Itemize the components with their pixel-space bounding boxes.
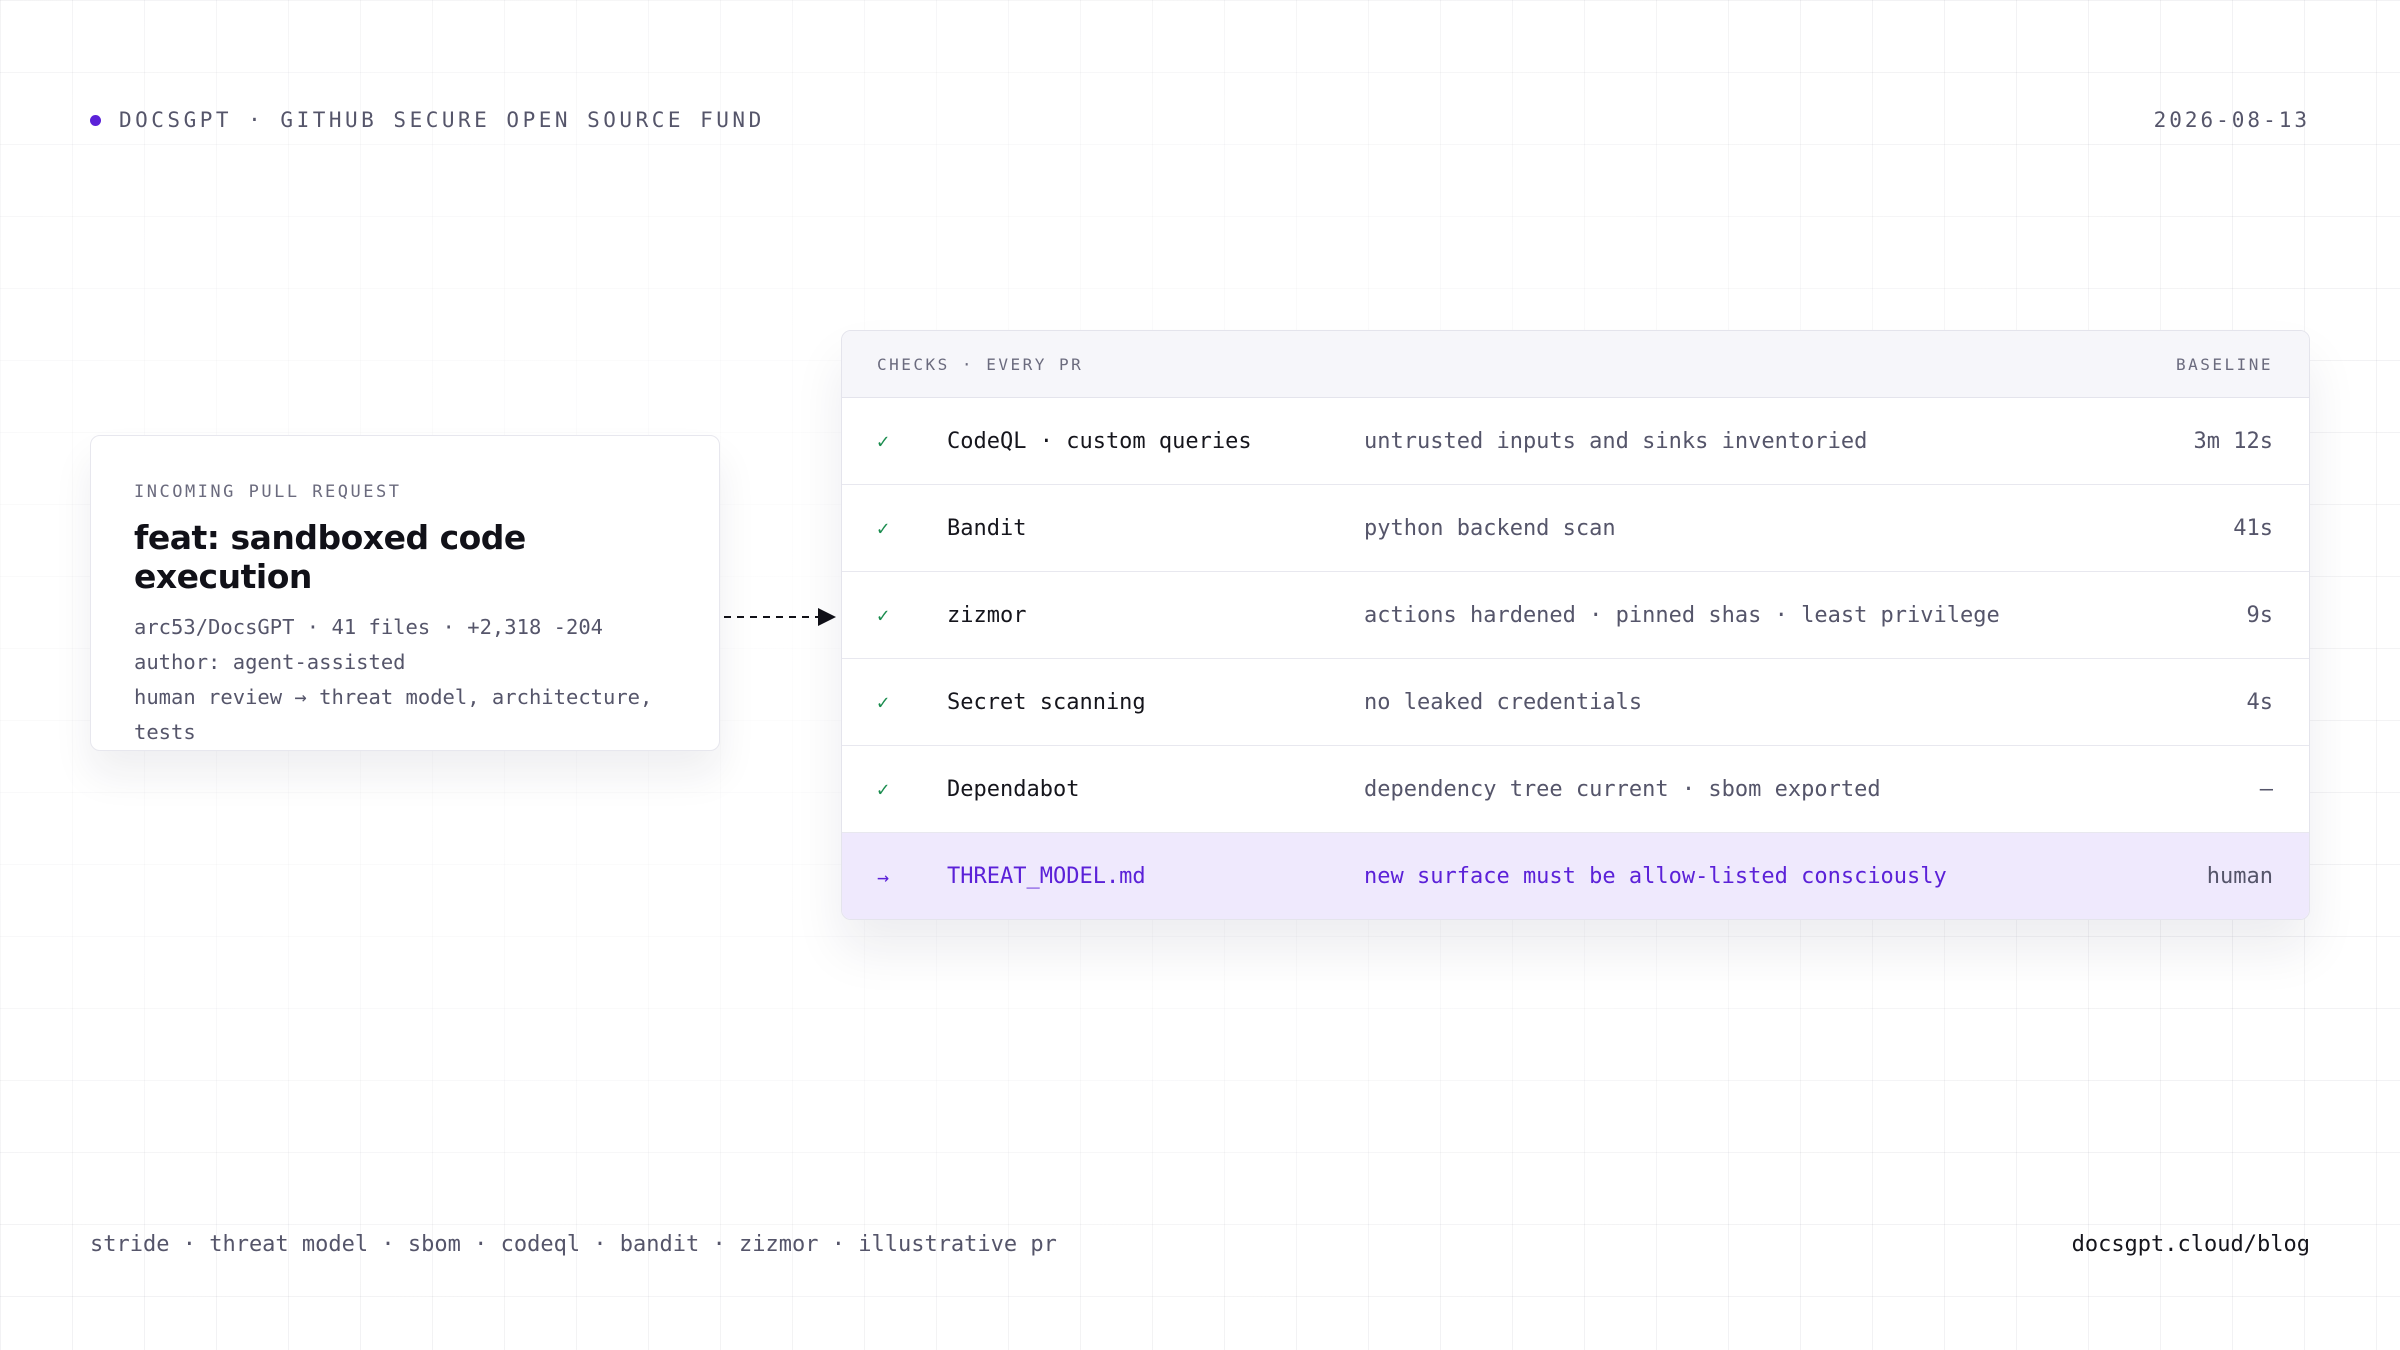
brand-dot-icon [90,114,101,126]
footer-tags: stride · threat model · sbom · codeql · … [90,1232,1057,1257]
brand-header: DOCSGPT · GITHUB SECURE OPEN SOURCE FUND [90,108,765,132]
check-name: Dependabot [947,776,1080,802]
check-description: python backend scan [1364,515,1616,541]
arrow-right-icon: → [877,864,890,889]
check-name: Secret scanning [947,689,1146,715]
check-description: actions hardened · pinned shas · least p… [1364,602,2000,628]
check-description: untrusted inputs and sinks inventoried [1364,428,1868,454]
check-name: zizmor [947,602,1027,628]
check-row-secret-scanning[interactable]: ✓ Secret scanning no leaked credentials … [842,659,2309,746]
check-name: Bandit [947,515,1027,541]
check-duration: 4s [2246,689,2274,715]
check-duration: 3m 12s [2193,428,2273,454]
check-icon: ✓ [877,777,890,801]
flow-arrow-icon [724,608,836,626]
checks-panel: CHECKS · EVERY PR BASELINE ✓ CodeQL · cu… [841,330,2310,920]
check-description: dependency tree current · sbom exported [1364,776,1881,802]
check-row-threat-model[interactable]: → THREAT_MODEL.md new surface must be al… [842,833,2309,919]
check-name: THREAT_MODEL.md [947,864,1146,889]
header-date: 2026-08-13 [2153,108,2310,132]
check-duration: — [2259,776,2273,802]
check-icon: ✓ [877,516,890,540]
pr-meta-repo: arc53/DocsGPT · 41 files · +2,318 -204 [134,615,603,639]
check-duration: human [2206,864,2273,889]
pr-meta-review: human review → threat model, architectur… [134,685,653,709]
check-name: CodeQL · custom queries [947,428,1252,454]
check-row-dependabot[interactable]: ✓ Dependabot dependency tree current · s… [842,746,2309,833]
checks-header-baseline: BASELINE [2175,354,2273,374]
check-row-zizmor[interactable]: ✓ zizmor actions hardened · pinned shas … [842,572,2309,659]
pull-request-card: INCOMING PULL REQUEST feat: sandboxed co… [90,435,720,751]
pr-kicker: INCOMING PULL REQUEST [134,482,402,502]
check-icon: ✓ [877,429,890,453]
pr-title: feat: sandboxed code execution [134,518,526,596]
check-description: no leaked credentials [1364,689,1643,715]
check-duration: 41s [2233,515,2273,541]
check-description: new surface must be allow-listed conscio… [1364,864,1947,889]
footer-link[interactable]: docsgpt.cloud/blog [2072,1232,2310,1257]
pr-meta-review-cont: tests [134,720,196,744]
checks-header: CHECKS · EVERY PR BASELINE [842,331,2309,398]
check-row-bandit[interactable]: ✓ Bandit python backend scan 41s [842,485,2309,572]
checks-header-title: CHECKS · EVERY PR [877,354,1084,374]
check-duration: 9s [2246,602,2274,628]
brand-title: DOCSGPT · GITHUB SECURE OPEN SOURCE FUND [119,108,765,132]
pr-meta: arc53/DocsGPT · 41 files · +2,318 -204 a… [134,610,676,750]
check-row-codeql[interactable]: ✓ CodeQL · custom queries untrusted inpu… [842,398,2309,485]
check-icon: ✓ [877,690,890,714]
pr-meta-author: author: agent-assisted [134,650,406,674]
check-icon: ✓ [877,603,890,627]
